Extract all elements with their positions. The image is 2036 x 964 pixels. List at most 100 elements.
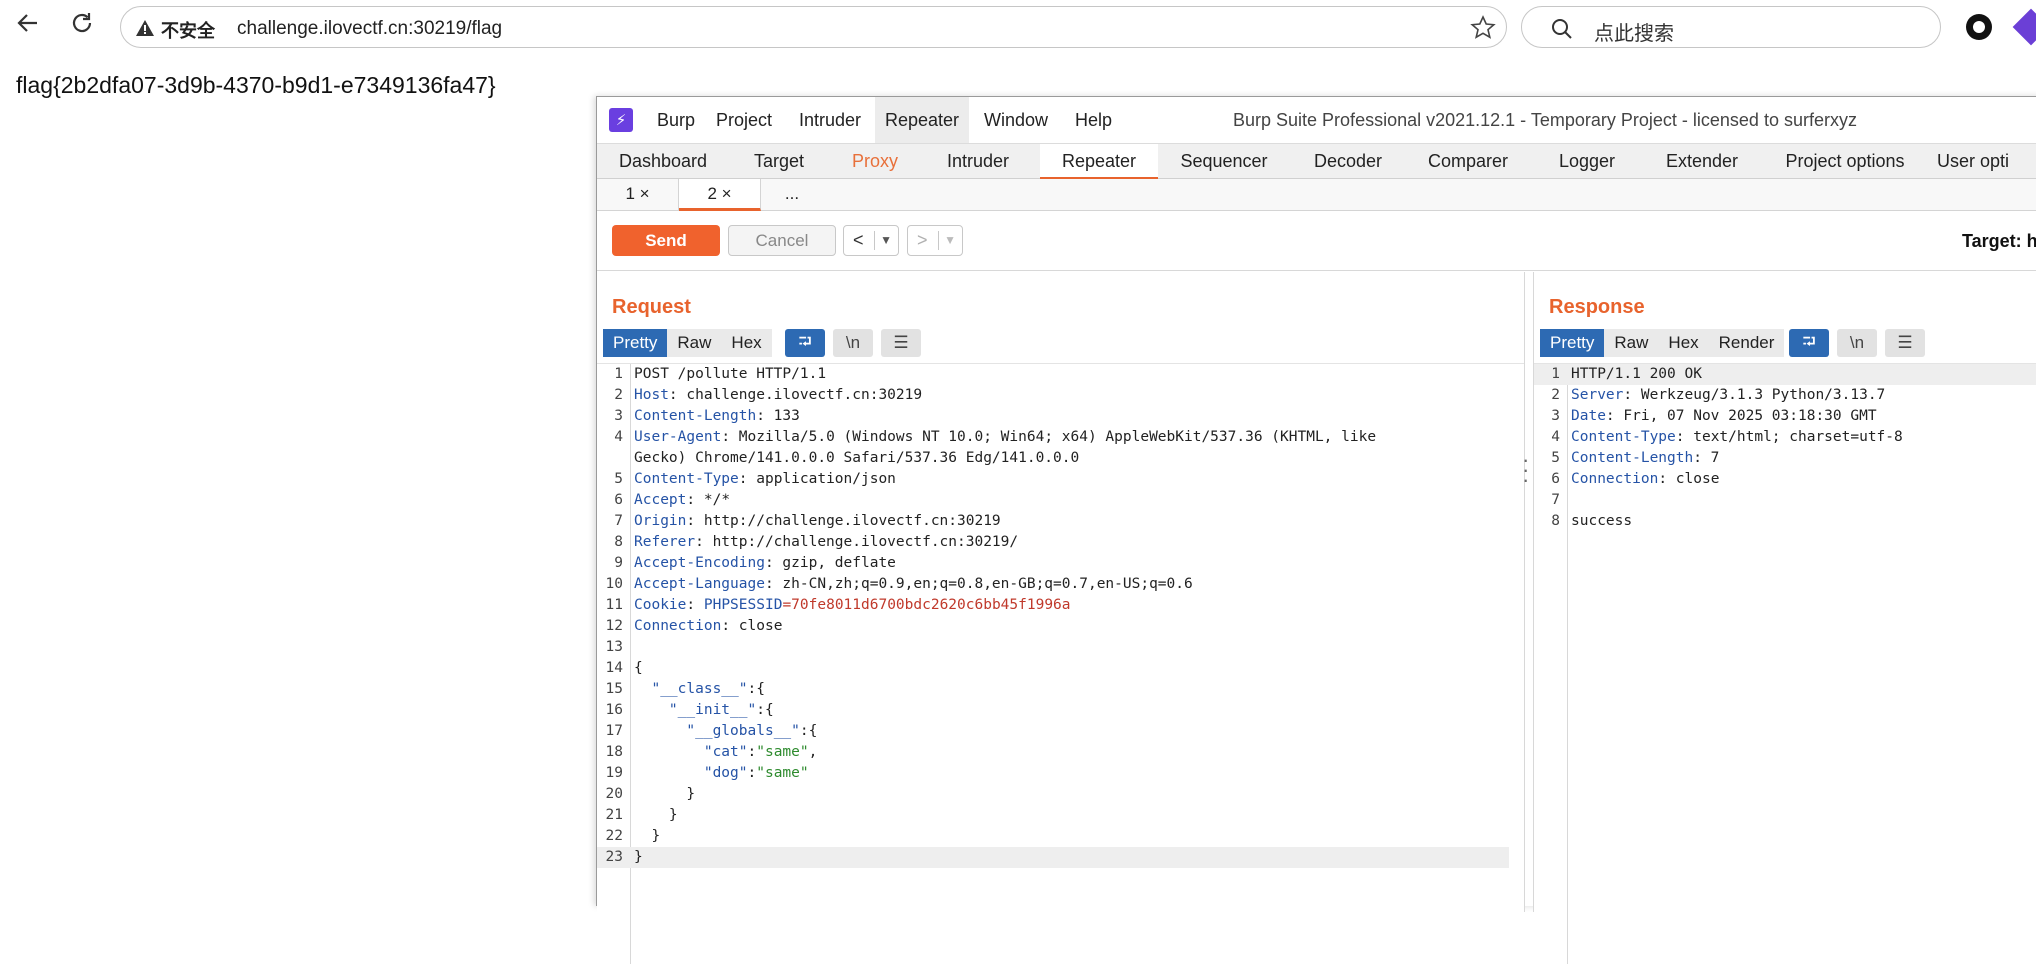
show-newlines-button[interactable]: \n xyxy=(833,329,873,357)
response-title: Response xyxy=(1549,296,1645,318)
hamburger-icon: ☰ xyxy=(893,333,909,352)
json-key: "__globals__" xyxy=(686,723,800,739)
header-value: 133 xyxy=(764,408,800,424)
header-key: Accept-Encoding xyxy=(634,555,765,571)
header-value: */* xyxy=(695,492,731,508)
header-value: text/html; charset=utf-8 xyxy=(1684,429,1903,445)
insecure-label[interactable]: 不安全 xyxy=(161,17,215,43)
send-button[interactable]: Send xyxy=(612,225,720,256)
header-key: Referer xyxy=(634,534,696,550)
extension-icon[interactable] xyxy=(2012,8,2036,46)
tab-dashboard[interactable]: Dashboard xyxy=(597,144,729,180)
burp-logo-icon: ⚡ xyxy=(609,108,633,132)
back-button[interactable] xyxy=(13,8,43,38)
response-view-pretty[interactable]: Pretty xyxy=(1540,329,1605,357)
back-arrow-icon xyxy=(17,14,37,32)
search-box[interactable]: 点此搜索 xyxy=(1521,6,1941,48)
header-key: Connection xyxy=(634,618,722,634)
json-string: "same" xyxy=(756,744,809,760)
header-value: http://challenge.ilovectf.cn:30219/ xyxy=(703,534,1019,550)
chevron-left-icon: < xyxy=(853,230,864,250)
header-value: Mozilla/5.0 (Windows NT 10.0; Win64; x64… xyxy=(730,429,1377,445)
splitter-handle-icon[interactable]: · · · xyxy=(1522,449,1529,491)
json-punct: , xyxy=(808,744,818,760)
status-line: HTTP/1.1 200 OK xyxy=(1571,366,1702,382)
cancel-button[interactable]: Cancel xyxy=(728,225,836,256)
flag-text: flag{2b2dfa07-3d9b-4370-b9d1-e7349136fa4… xyxy=(16,72,496,98)
extension-icon[interactable] xyxy=(1966,14,1992,40)
tab-logger[interactable]: Logger xyxy=(1530,144,1644,180)
header-key: Connection xyxy=(1571,471,1659,487)
options-menu-button[interactable]: ☰ xyxy=(881,329,921,357)
header-key: Accept-Language xyxy=(634,576,765,592)
tab-target[interactable]: Target xyxy=(729,144,829,180)
menu-window[interactable]: Window xyxy=(974,97,1058,143)
request-panel: Request Pretty Raw Hex ⮒ \n ☰ 1 POST /pol… xyxy=(597,272,1525,964)
options-menu-button[interactable]: ☰ xyxy=(1885,329,1925,357)
target-label[interactable]: Target: h xyxy=(1962,231,2036,252)
header-key: Cookie xyxy=(634,597,687,613)
newline-icon: \n xyxy=(845,333,861,352)
wrap-lines-button[interactable]: ⮒ xyxy=(785,329,825,357)
json-key: "__init__" xyxy=(668,702,757,718)
reload-button[interactable] xyxy=(67,8,97,38)
tab-decoder[interactable]: Decoder xyxy=(1290,144,1406,180)
request-view-tabs: Pretty Raw Hex xyxy=(603,329,772,357)
address-bar[interactable]: 不安全 challenge.ilovectf.cn:30219/flag xyxy=(120,6,1507,48)
sub-tab-more[interactable]: ... xyxy=(761,179,823,211)
tab-project-options[interactable]: Project options xyxy=(1760,144,1930,180)
wrap-icon: ⮒ xyxy=(1802,331,1816,351)
response-viewer[interactable]: 1 HTTP/1.1 200 OK 2 Server: Werkzeug/3.1.3… xyxy=(1534,363,2036,964)
header-key: User-Agent xyxy=(634,429,722,445)
response-view-raw[interactable]: Raw xyxy=(1604,329,1659,357)
json-key: "dog" xyxy=(703,765,748,781)
bookmark-star-icon[interactable] xyxy=(1470,15,1496,41)
json-brace: { xyxy=(634,660,643,676)
menu-intruder[interactable]: Intruder xyxy=(789,97,871,143)
tab-sequencer[interactable]: Sequencer xyxy=(1158,144,1290,180)
menu-burp[interactable]: Burp xyxy=(647,97,705,143)
request-view-hex[interactable]: Hex xyxy=(721,329,772,357)
tab-intruder[interactable]: Intruder xyxy=(921,144,1035,180)
history-back-button[interactable]: < ▼ xyxy=(843,225,899,256)
burp-menubar: ⚡ Burp Project Intruder Repeater Window … xyxy=(597,97,2036,143)
menu-project[interactable]: Project xyxy=(706,97,782,143)
request-editor[interactable]: 1 POST /pollute HTTP/1.1 2 Host: challenge… xyxy=(597,363,1524,964)
json-string: "same" xyxy=(756,765,809,781)
caret-down-icon: ▼ xyxy=(880,233,892,247)
tab-repeater[interactable]: Repeater xyxy=(1040,144,1158,180)
menu-help[interactable]: Help xyxy=(1065,97,1122,143)
wrap-lines-button[interactable]: ⮒ xyxy=(1789,329,1829,357)
menu-repeater[interactable]: Repeater xyxy=(875,97,970,143)
show-newlines-button[interactable]: \n xyxy=(1837,329,1877,357)
browser-toolbar: 不安全 challenge.ilovectf.cn:30219/flag 点此搜… xyxy=(0,0,2036,48)
newline-icon: \n xyxy=(1849,333,1865,352)
tab-user-options[interactable]: User opti xyxy=(1937,144,2036,180)
tab-proxy[interactable]: Proxy xyxy=(829,144,921,180)
header-value: 7 xyxy=(1701,450,1720,466)
response-panel: Response Pretty Raw Hex Render ⮒ \n ☰ 1H… xyxy=(1533,272,2036,964)
header-value: application/json xyxy=(747,471,896,487)
header-value: http://challenge.ilovectf.cn:30219 xyxy=(695,513,1001,529)
sub-tab-1[interactable]: 1 × xyxy=(597,179,679,211)
header-key: Content-Type xyxy=(1571,429,1676,445)
request-view-pretty[interactable]: Pretty xyxy=(603,329,668,357)
header-value: close xyxy=(730,618,783,634)
request-view-raw[interactable]: Raw xyxy=(667,329,722,357)
header-key: Server xyxy=(1571,387,1624,403)
response-view-tabs: Pretty Raw Hex Render xyxy=(1540,329,1785,357)
header-key: Host xyxy=(634,387,669,403)
response-view-hex[interactable]: Hex xyxy=(1658,329,1709,357)
tab-comparer[interactable]: Comparer xyxy=(1406,144,1530,180)
json-brace: } xyxy=(668,807,678,823)
reload-icon xyxy=(72,13,92,33)
history-forward-button[interactable]: > ▼ xyxy=(907,225,963,256)
response-view-render[interactable]: Render xyxy=(1708,329,1785,357)
tab-extender[interactable]: Extender xyxy=(1644,144,1760,180)
response-body: success xyxy=(1571,513,1633,529)
sub-tab-2[interactable]: 2 × xyxy=(679,179,761,211)
warning-icon xyxy=(136,20,154,36)
json-brace: } xyxy=(686,786,696,802)
url-text[interactable]: challenge.ilovectf.cn:30219/flag xyxy=(237,18,502,40)
header-value: Fri, 07 Nov 2025 03:18:30 GMT xyxy=(1614,408,1877,424)
